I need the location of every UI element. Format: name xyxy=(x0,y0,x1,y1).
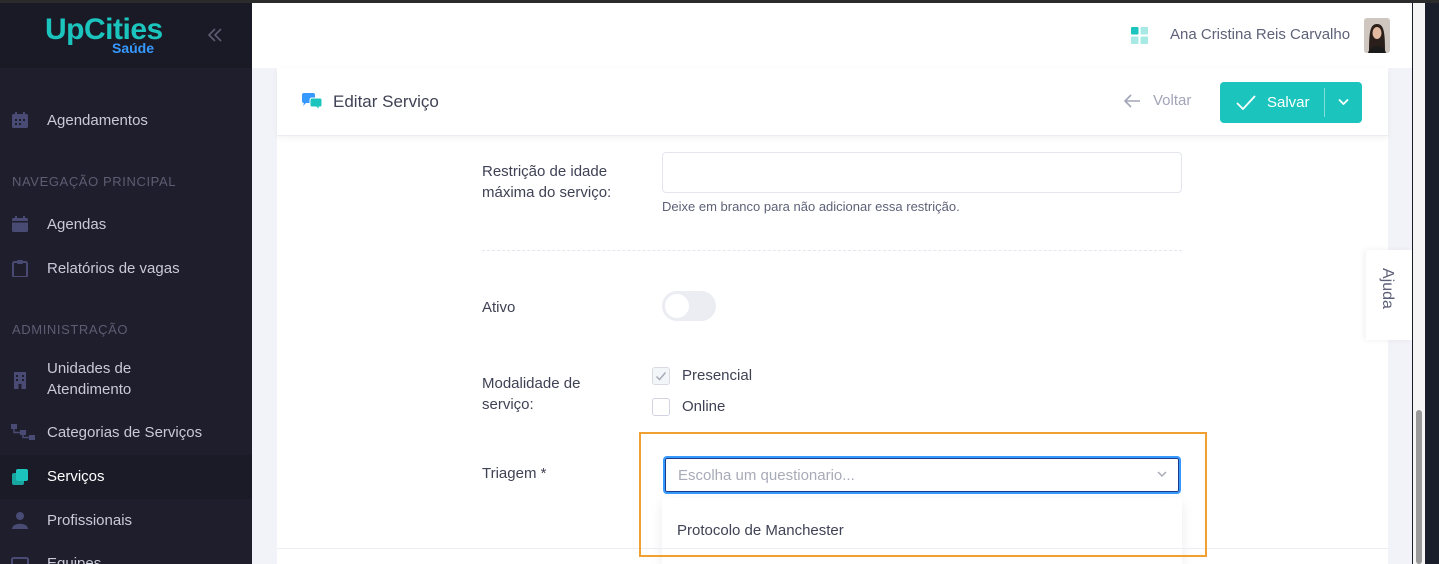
sidebar-item-label: Unidades de Atendimento xyxy=(47,360,132,398)
triage-option[interactable]: Protocolo de Manchester xyxy=(677,522,844,539)
sidebar-item-servicos[interactable]: Serviços xyxy=(0,455,252,499)
team-icon xyxy=(11,557,29,564)
user-name[interactable]: Ana Cristina Reis Carvalho xyxy=(1170,26,1350,43)
sidebar-item-agendas[interactable]: Agendas xyxy=(0,213,252,235)
calendar-grid-icon xyxy=(12,112,28,128)
logo-area: UpCities Saúde xyxy=(0,3,252,68)
checkbox-online[interactable] xyxy=(652,398,670,416)
sidebar-item-label: Agendas xyxy=(47,216,107,233)
toggle-knob xyxy=(665,294,689,318)
active-label: Ativo xyxy=(482,299,516,316)
card-footer-divider xyxy=(277,548,1388,549)
back-label: Voltar xyxy=(1153,92,1192,109)
top-header: Ana Cristina Reis Carvalho xyxy=(252,3,1412,68)
sidebar-item-label: Profissionais xyxy=(47,512,133,529)
apps-grid-icon[interactable] xyxy=(1131,27,1148,44)
check-icon xyxy=(655,372,667,381)
sidebar-item-profissionais[interactable]: Profissionais xyxy=(0,509,252,531)
active-toggle[interactable] xyxy=(662,291,716,321)
max-age-input[interactable] xyxy=(662,152,1182,193)
hierarchy-icon xyxy=(11,424,35,440)
triage-label: Triagem * xyxy=(482,465,547,482)
card-header: Editar Serviço Voltar Salvar xyxy=(277,68,1388,136)
max-age-label: Restrição de idade máxima do serviço: xyxy=(482,163,612,201)
triage-placeholder: Escolha um questionario... xyxy=(678,467,855,484)
section-title-admin: ADMINISTRAÇÃO xyxy=(12,322,129,337)
checkbox-presencial[interactable] xyxy=(652,367,670,385)
chevron-down-icon xyxy=(1157,471,1167,478)
max-age-hint: Deixe em branco para não adicionar essa … xyxy=(662,199,960,214)
save-button[interactable]: Salvar xyxy=(1220,82,1324,123)
double-chevron-left-icon[interactable] xyxy=(205,25,225,45)
sidebar-item-label: Serviços xyxy=(47,468,105,485)
triage-dropdown: Protocolo de Manchester xyxy=(662,498,1182,564)
modality-label: Modalidade de serviço: xyxy=(482,375,581,413)
chevron-down-icon xyxy=(1338,98,1349,106)
layers-icon xyxy=(12,469,28,485)
sidebar-item-categorias[interactable]: Categorias de Serviços xyxy=(0,421,252,443)
check-icon xyxy=(1236,95,1256,110)
online-label[interactable]: Online xyxy=(682,398,725,415)
sidebar-item-label: Agendamentos xyxy=(47,112,148,129)
back-button[interactable]: Voltar xyxy=(1123,92,1191,109)
edit-service-card: Editar Serviço Voltar Salvar Restrição d… xyxy=(277,68,1388,564)
user-icon xyxy=(12,512,28,529)
sidebar-item-equipes[interactable]: Equipes xyxy=(0,552,252,564)
arrow-left-icon xyxy=(1123,93,1140,108)
presencial-label[interactable]: Presencial xyxy=(682,367,752,384)
calendar-icon xyxy=(12,216,28,232)
save-label: Salvar xyxy=(1267,94,1310,111)
help-label: Ajuda xyxy=(1379,268,1396,309)
triage-select[interactable]: Escolha um questionario... xyxy=(663,456,1181,494)
sidebar-item-label: Relatórios de vagas xyxy=(47,260,180,277)
chat-bubbles-icon xyxy=(302,93,323,111)
sidebar-item-relatorios[interactable]: Relatórios de vagas xyxy=(0,257,252,279)
avatar[interactable] xyxy=(1364,18,1390,53)
sidebar: UpCities Saúde Agendamentos NAVEGAÇÃO PR… xyxy=(0,3,252,564)
save-button-group: Salvar xyxy=(1220,82,1362,123)
sidebar-item-agendamentos[interactable]: Agendamentos xyxy=(0,109,252,131)
save-options-toggle[interactable] xyxy=(1325,82,1362,123)
logo-subtitle: Saúde xyxy=(112,40,155,56)
sidebar-item-unidades[interactable]: Unidades de Atendimento xyxy=(0,358,252,402)
sidebar-item-label: Equipes xyxy=(47,555,102,564)
clipboard-icon xyxy=(12,260,28,277)
building-icon xyxy=(14,372,26,389)
section-divider xyxy=(482,250,1182,251)
scrollbar-thumb[interactable] xyxy=(1416,410,1422,564)
section-title-main: NAVEGAÇÃO PRINCIPAL xyxy=(12,174,177,189)
sidebar-item-label: Categorias de Serviços xyxy=(47,424,203,441)
page-title: Editar Serviço xyxy=(333,92,439,111)
help-tab[interactable]: Ajuda xyxy=(1366,250,1412,340)
